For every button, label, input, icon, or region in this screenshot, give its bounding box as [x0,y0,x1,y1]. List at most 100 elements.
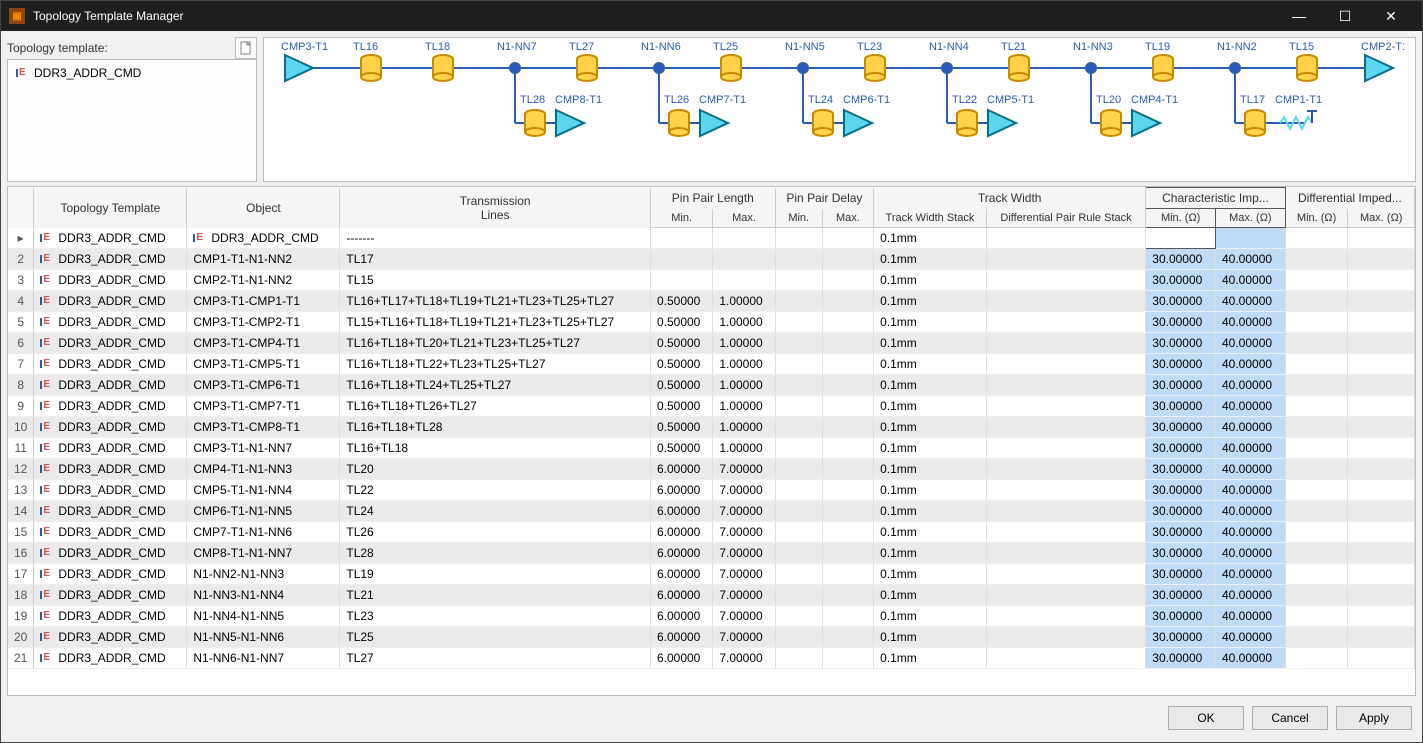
table-cell[interactable] [713,228,775,249]
table-cell[interactable]: 40.00000 [1216,354,1286,375]
table-cell[interactable] [1285,312,1348,333]
table-cell[interactable] [986,480,1146,501]
col-char-imp[interactable]: Characteristic Imp... [1146,188,1285,209]
table-cell[interactable]: 0.1mm [874,543,987,564]
table-cell[interactable] [775,417,822,438]
table-row[interactable]: ▸DDR3_ADDR_CMDDDR3_ADDR_CMD-------0.1mm [8,228,1415,249]
table-cell[interactable] [1348,375,1415,396]
table-cell[interactable]: TL21 [340,585,651,606]
table-cell[interactable]: 40.00000 [1216,480,1286,501]
table-cell[interactable] [986,249,1146,270]
table-cell[interactable] [986,291,1146,312]
table-cell[interactable] [775,438,822,459]
table-cell[interactable] [1216,228,1286,249]
table-cell[interactable]: DDR3_ADDR_CMD [34,564,187,585]
table-cell[interactable]: 1.00000 [713,354,775,375]
table-cell[interactable]: DDR3_ADDR_CMD [34,480,187,501]
table-cell[interactable]: 0.50000 [650,333,712,354]
table-cell[interactable] [1348,459,1415,480]
table-cell[interactable]: N1-NN2-N1-NN3 [187,564,340,585]
table-cell[interactable]: TL27 [340,648,651,669]
table-cell[interactable] [822,585,873,606]
table-cell[interactable] [1348,606,1415,627]
table-row[interactable]: 20DDR3_ADDR_CMDN1-NN5-N1-NN6TL256.000007… [8,627,1415,648]
table-cell[interactable]: 40.00000 [1216,564,1286,585]
col-diff-imp[interactable]: Differential Imped... [1285,188,1414,209]
col-dmin[interactable]: Min. [775,209,822,228]
table-cell[interactable] [1348,480,1415,501]
table-cell[interactable]: 6.00000 [650,522,712,543]
table-cell[interactable]: CMP7-T1-N1-NN6 [187,522,340,543]
table-cell[interactable] [1348,522,1415,543]
table-cell[interactable]: 0.1mm [874,249,987,270]
table-cell[interactable]: CMP3-T1-CMP5-T1 [187,354,340,375]
table-cell[interactable]: DDR3_ADDR_CMD [34,375,187,396]
table-cell[interactable]: N1-NN4-N1-NN5 [187,606,340,627]
col-dimax[interactable]: Max. (Ω) [1348,209,1415,228]
table-cell[interactable]: DDR3_ADDR_CMD [34,228,187,249]
table-cell[interactable]: 30.00000 [1146,627,1216,648]
table-row[interactable]: 9DDR3_ADDR_CMDCMP3-T1-CMP7-T1TL16+TL18+T… [8,396,1415,417]
table-cell[interactable]: 0.1mm [874,270,987,291]
table-cell[interactable] [986,627,1146,648]
table-cell[interactable] [1285,438,1348,459]
table-cell[interactable]: 40.00000 [1216,312,1286,333]
table-cell[interactable]: 40.00000 [1216,627,1286,648]
table-cell[interactable] [1348,270,1415,291]
table-cell[interactable]: N1-NN6-N1-NN7 [187,648,340,669]
table-cell[interactable] [775,291,822,312]
table-cell[interactable]: TL23 [340,606,651,627]
table-cell[interactable]: 0.50000 [650,375,712,396]
table-cell[interactable]: 6.00000 [650,648,712,669]
table-cell[interactable]: DDR3_ADDR_CMD [34,438,187,459]
table-cell[interactable] [713,249,775,270]
table-cell[interactable]: 0.1mm [874,312,987,333]
table-cell[interactable]: 30.00000 [1146,543,1216,564]
table-row[interactable]: 17DDR3_ADDR_CMDN1-NN2-N1-NN3TL196.000007… [8,564,1415,585]
table-cell[interactable] [822,228,873,249]
table-cell[interactable]: 40.00000 [1216,417,1286,438]
table-cell[interactable] [986,564,1146,585]
table-cell[interactable]: TL16+TL18+TL20+TL21+TL23+TL25+TL27 [340,333,651,354]
ok-button[interactable]: OK [1168,706,1244,730]
table-cell[interactable] [775,543,822,564]
table-cell[interactable]: DDR3_ADDR_CMD [187,228,340,249]
table-cell[interactable]: 7 [8,354,34,375]
table-cell[interactable]: 0.1mm [874,606,987,627]
table-cell[interactable]: 0.1mm [874,417,987,438]
maximize-button[interactable]: ☐ [1322,1,1368,31]
table-cell[interactable] [1348,585,1415,606]
table-cell[interactable]: DDR3_ADDR_CMD [34,249,187,270]
table-cell[interactable]: 0.1mm [874,291,987,312]
table-cell[interactable]: 0.1mm [874,396,987,417]
table-cell[interactable] [1285,396,1348,417]
table-cell[interactable]: 30.00000 [1146,648,1216,669]
table-cell[interactable] [1348,291,1415,312]
table-cell[interactable]: CMP3-T1-CMP6-T1 [187,375,340,396]
table-cell[interactable] [1285,627,1348,648]
table-cell[interactable]: 8 [8,375,34,396]
table-cell[interactable]: CMP3-T1-CMP8-T1 [187,417,340,438]
table-cell[interactable] [1348,543,1415,564]
table-cell[interactable] [775,375,822,396]
table-cell[interactable]: 40.00000 [1216,438,1286,459]
table-cell[interactable]: 1.00000 [713,291,775,312]
table-cell[interactable]: 7.00000 [713,501,775,522]
table-cell[interactable] [1146,228,1216,249]
table-cell[interactable] [1285,417,1348,438]
table-cell[interactable]: DDR3_ADDR_CMD [34,396,187,417]
table-cell[interactable]: 30.00000 [1146,480,1216,501]
table-cell[interactable]: 1.00000 [713,396,775,417]
table-cell[interactable] [822,375,873,396]
table-cell[interactable] [822,459,873,480]
table-cell[interactable]: 30.00000 [1146,375,1216,396]
table-row[interactable]: 4DDR3_ADDR_CMDCMP3-T1-CMP1-T1TL16+TL17+T… [8,291,1415,312]
cancel-button[interactable]: Cancel [1252,706,1328,730]
table-cell[interactable]: 6 [8,333,34,354]
table-cell[interactable]: DDR3_ADDR_CMD [34,270,187,291]
table-cell[interactable]: 0.50000 [650,417,712,438]
col-tw-stack[interactable]: Track Width Stack [874,209,987,228]
table-cell[interactable] [1348,396,1415,417]
table-cell[interactable]: N1-NN3-N1-NN4 [187,585,340,606]
table-row[interactable]: 11DDR3_ADDR_CMDCMP3-T1-N1-NN7TL16+TL180.… [8,438,1415,459]
